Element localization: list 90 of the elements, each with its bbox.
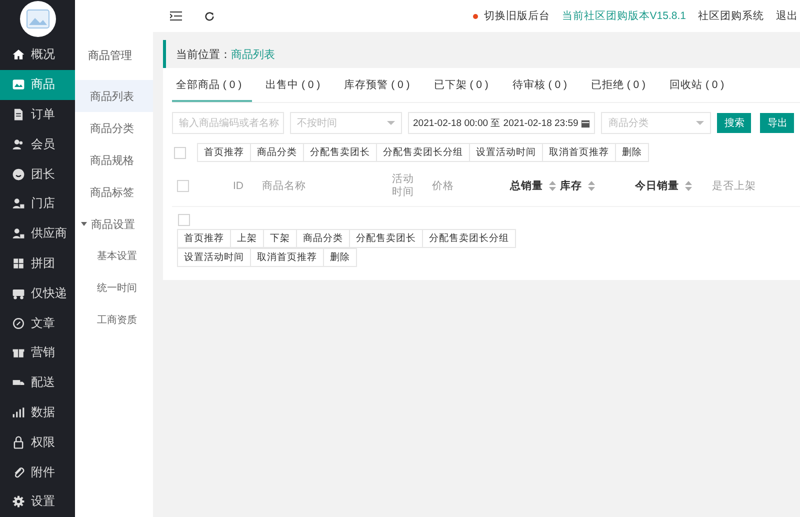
tab[interactable]: 回收站 ( 0 ) <box>666 78 734 102</box>
column-header: 价格 <box>432 179 454 193</box>
logo-icon <box>20 1 56 37</box>
action-button[interactable]: 商品分类 <box>250 143 304 162</box>
sidebar-item[interactable]: 门店 <box>0 188 75 219</box>
action-button[interactable]: 取消首页推荐 <box>542 143 616 162</box>
submenu-item[interactable]: 商品标签 <box>75 176 153 208</box>
tab[interactable]: 待审核 ( 0 ) <box>508 78 577 102</box>
column-header: 商品名称 <box>262 179 306 193</box>
action-button[interactable]: 分配售卖团长分组 <box>376 143 470 162</box>
submenu-item[interactable]: 工商资质 <box>75 304 153 336</box>
action-button[interactable]: 首页推荐 <box>197 143 251 162</box>
header-link[interactable]: 切换旧版后台 <box>484 9 550 23</box>
home-icon <box>12 48 25 62</box>
action-button[interactable]: 上架 <box>230 229 264 248</box>
header-link[interactable]: 社区团购系统 <box>698 9 764 23</box>
calendar-icon[interactable] <box>581 118 590 128</box>
menu-heading: 商品管理 <box>87 48 133 64</box>
tab[interactable]: 已下架 ( 0 ) <box>430 78 498 102</box>
grid-icon <box>12 256 25 270</box>
tab[interactable]: 出售中 ( 0 ) <box>262 78 330 102</box>
truck-icon <box>12 286 25 300</box>
tab[interactable]: 已拒绝 ( 0 ) <box>586 78 656 102</box>
sidebar-item[interactable]: 订单 <box>0 100 75 130</box>
sidebar-item[interactable]: 权限 <box>0 427 75 458</box>
breadcrumb-label: 当前位置： <box>176 48 231 62</box>
bar-chart-icon <box>12 406 25 419</box>
status-dot <box>472 14 478 18</box>
smiley-icon <box>12 168 25 181</box>
sidebar-item[interactable]: 文章 <box>0 308 75 338</box>
sort-icon[interactable] <box>549 181 556 191</box>
sidebar-item[interactable]: 团长 <box>0 159 75 189</box>
sidebar-item[interactable]: 商品 <box>0 70 75 100</box>
sidebar-item[interactable]: 配送 <box>0 368 75 398</box>
submenu-item[interactable]: 商品分类 <box>75 112 153 144</box>
column-header[interactable]: 今日销量 <box>635 179 679 193</box>
search-button[interactable]: 搜索 <box>717 113 752 133</box>
sidebar-item[interactable]: 供应商 <box>0 218 75 249</box>
sidebar-item[interactable]: 设置 <box>0 486 75 517</box>
column-header[interactable]: 总销量 <box>510 179 543 193</box>
tab[interactable]: 库存预警 ( 0 ) <box>340 78 420 102</box>
lock-icon <box>12 436 25 449</box>
user-icon <box>12 197 25 210</box>
header-link[interactable]: 退出 <box>776 9 798 23</box>
submenu-item[interactable]: 统一时间 <box>75 272 153 304</box>
column-header: 活动时间 <box>392 173 414 199</box>
date-range-field[interactable]: 2021-02-18 00:00 至 2021-02-18 23:59 <box>408 112 596 134</box>
sidebar-item[interactable]: 数据 <box>0 398 75 428</box>
action-button[interactable]: 分配售卖团长 <box>303 143 377 162</box>
submenu-item[interactable]: 商品列表 <box>75 80 153 112</box>
users-icon <box>12 138 25 151</box>
sidebar-item[interactable]: 概况 <box>0 40 75 70</box>
checkbox[interactable] <box>177 180 189 192</box>
sidebar-item[interactable]: 会员 <box>0 129 75 160</box>
column-header: ID <box>233 180 244 192</box>
action-button[interactable]: 删除 <box>615 143 649 162</box>
action-button[interactable]: 商品分类 <box>296 229 350 248</box>
submenu-item[interactable]: 商品规格 <box>75 144 153 176</box>
compass-icon <box>12 316 25 330</box>
gear-icon <box>12 495 25 508</box>
action-button[interactable]: 分配售卖团长分组 <box>422 229 516 248</box>
image-icon <box>12 78 25 92</box>
paperclip-icon <box>12 466 25 479</box>
action-button[interactable]: 删除 <box>323 248 357 267</box>
sidebar-item[interactable]: 仅快递 <box>0 278 75 308</box>
action-button[interactable]: 分配售卖团长 <box>349 229 423 248</box>
action-button[interactable]: 取消首页推荐 <box>250 248 324 267</box>
sort-icon[interactable] <box>685 181 692 191</box>
sidebar-item[interactable]: 拼团 <box>0 248 75 278</box>
action-button[interactable]: 设置活动时间 <box>177 248 251 267</box>
user-icon <box>12 227 25 240</box>
column-header[interactable]: 库存 <box>560 179 582 193</box>
action-button[interactable]: 首页推荐 <box>177 229 231 248</box>
submenu-item[interactable]: 基本设置 <box>75 240 153 272</box>
sidebar-item[interactable]: 附件 <box>0 457 75 487</box>
tab[interactable]: 全部商品 ( 0 ) <box>172 78 252 102</box>
checkbox[interactable] <box>178 214 190 226</box>
column-header: 是否上架 <box>712 179 756 193</box>
header-link[interactable]: 当前社区团购版本V15.8.1 <box>562 9 686 23</box>
checkbox[interactable] <box>174 146 186 158</box>
document-icon <box>12 108 25 121</box>
action-button[interactable]: 设置活动时间 <box>469 143 543 162</box>
export-button[interactable]: 导出 <box>760 113 794 133</box>
action-button[interactable]: 下架 <box>263 229 297 248</box>
refresh-icon[interactable] <box>204 10 215 22</box>
submenu-item[interactable]: 商品设置 <box>75 208 153 240</box>
menu-icon[interactable] <box>170 10 182 20</box>
sort-icon[interactable] <box>588 181 595 191</box>
caret-icon <box>81 222 87 226</box>
sidebar-item[interactable]: 营销 <box>0 338 75 368</box>
